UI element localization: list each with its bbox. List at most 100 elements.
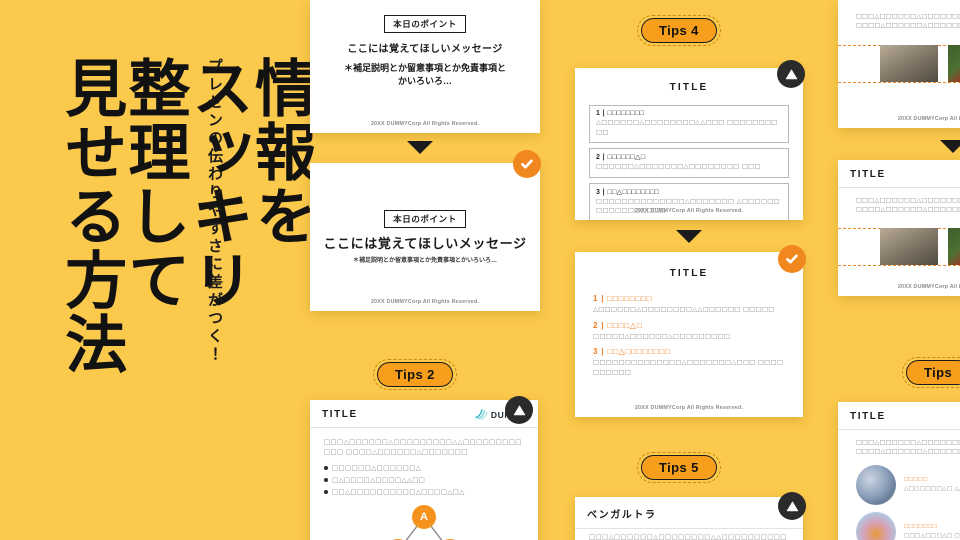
slide-photos-before[interactable]: □□□△□□□□□□△□□□□□□□□□ □□□□△□□□□□□△□□□□□□□… (838, 0, 960, 128)
cover-title-block: 情報を スッキリ 整理して 見せる方法 プレゼンの伝わりやすさに差がつく！ (0, 0, 314, 540)
avatar (856, 464, 896, 505)
numbered-row-head: 2 | □□□□△□ (593, 320, 643, 330)
photos-after-lead-line2: □□□□△□□□□□□△□□□□□□□ (856, 206, 960, 214)
slide-footer: 20XX DUMMYCorp All Rights Reserved. (634, 208, 744, 214)
numbered-row-body: △□□□□□□△□□□□□□□□△△□□□□□□ □□□□□ (593, 305, 775, 313)
numbered-box-head: 1 | □□□□□□□□ (596, 110, 645, 117)
slide-footer: 20XX DUMMYCorp All Rights Reserved. (897, 116, 960, 122)
point-note-line2: かいろいろ… (397, 76, 452, 87)
slide-deck-canvas: 情報を スッキリ 整理して 見せる方法 プレゼンの伝わりやすさに差がつく！ 本日… (0, 0, 960, 540)
slide-header: TITLE DUMMY (310, 400, 538, 428)
point-message-after: ここには覚えてほしいメッセージ (323, 236, 527, 251)
slide-title: TITLE (669, 268, 709, 279)
list-item: □□△□□□□□□□□□□△□□□□△□△ (324, 488, 524, 498)
photos-after-lead-line1: □□□△□□□□□□△□□□□□□□□□ (856, 197, 960, 204)
slide-diagram[interactable]: TITLE DUMMY □□□△□□□□□□△□□□□□□□□□△△□□□□□□… (310, 400, 538, 540)
numbered-box: 2 | □□□□□□△□ □□□□□□△□□□□□□□△□□□□□□□□ □□□ (589, 148, 789, 178)
photo-thumbnail-2 (948, 45, 960, 82)
photo-thumbnail-4 (948, 228, 960, 265)
badge-tips-4[interactable]: Tips 4 (637, 15, 721, 46)
slide-list-before[interactable]: TITLE 1 | □□□□□□□□ △□□□□□□△□□□□□□□□△△□□□… (575, 68, 803, 220)
avatars-lead-line2: □□□□△□□□□□□△□□□□□□□ (856, 448, 960, 456)
numbered-box-head: 3 | □□△□□□□□□□□ (596, 188, 660, 196)
triangle-warning-icon-4 (778, 492, 806, 520)
check-circle-icon-2 (778, 245, 806, 273)
slide-photos-after[interactable]: TITLE □□□△□□□□□□△□□□□□□□□□ □□□□△□□□□□□△□… (838, 160, 960, 296)
badge-tips-2[interactable]: Tips 2 (373, 359, 457, 390)
badge-tips-5-label: Tips 5 (659, 460, 699, 475)
slide-title: TITLE (322, 409, 358, 420)
avatar-row: □□□□□□□ □□□△□□□△□ □□□△□□□□□ □□□□□□ (856, 511, 960, 540)
abc-triangle-diagram: A B C (378, 505, 470, 540)
avatar-row-body: □□□△□□□△□ □□□△□□□□□ □□□□□□ (904, 532, 960, 539)
slide-tiger[interactable]: ベンガルトラ □□□△□□□□□□△□□□□□□□□△△□□□□□□□□□□□□ (575, 497, 803, 540)
point-label-before: 本日のポイント (384, 15, 466, 33)
numbered-row: 1 | □□□□□□□□ △□□□□□□△□□□□□□□□△△□□□□□□ □□… (593, 294, 789, 315)
badge-tips-right-label: Tips (924, 365, 953, 380)
slide-footer: 20XX DUMMYCorp All Rights Reserved. (634, 405, 744, 411)
point-note-after: ＊補足説明とか留意事項とか免責事項とかいろいろ… (352, 258, 497, 264)
slide-title: ベンガルトラ (587, 510, 657, 521)
arrow-down-icon-3 (940, 140, 960, 153)
badge-tips-right[interactable]: Tips (901, 357, 960, 388)
slide-title: TITLE (850, 411, 886, 422)
numbered-box-body: △□□□□□□△□□□□□□□□△△□□□ □□□□□□□□□□ (596, 118, 778, 136)
slide-point-after[interactable]: 本日のポイント ここには覚えてほしいメッセージ ＊補足説明とか留意事項とか免責事… (310, 163, 540, 311)
point-label-after: 本日のポイント (384, 210, 466, 228)
slide-point-before[interactable]: 本日のポイント ここには覚えてほしいメッセージ ＊補足説明とか留意事項とか免責事… (310, 0, 540, 133)
badge-tips-4-label: Tips 4 (659, 23, 699, 38)
slide-footer: 20XX DUMMYCorp All Rights Reserved. (370, 121, 480, 127)
diagram-bullet-list: □□□□□□△□□□□□□△ □△□□□□△□□□□△△□□ □□△□□□□□□… (324, 464, 524, 498)
triangle-warning-icon-1 (777, 60, 805, 88)
tiger-body-text: □□□△□□□□□□△□□□□□□□□△△□□□□□□□□□□□□ (589, 533, 787, 540)
avatar-row-head: □□□□□□□ (904, 522, 938, 530)
badge-tips-5[interactable]: Tips 5 (637, 452, 721, 483)
check-circle-icon-1 (513, 150, 541, 178)
numbered-row-head: 3 | □□△□□□□□□□□ (593, 347, 671, 357)
avatar-row-body: △□□□□□□△□ △△□□□□□□□ □□△□□ (904, 485, 960, 492)
slide-title: TITLE (669, 82, 709, 93)
numbered-row-head: 1 | □□□□□□□□ (593, 294, 653, 303)
alignment-guide-bottom (838, 265, 960, 266)
diagram-lead-text: □□□△□□□□□□△□□□□□□□□□△△□□□□□□□□□□□□ □□□□△… (324, 438, 522, 456)
bullet-dot-icon (324, 477, 328, 482)
slide-list-after[interactable]: TITLE 1 | □□□□□□□□ △□□□□□□△□□□□□□□□△△□□□… (575, 252, 803, 417)
slide-header: ベンガルトラ (575, 497, 803, 529)
badge-tips-2-label: Tips 2 (395, 367, 435, 382)
photo-thumbnail-1 (880, 45, 938, 82)
avatar (856, 511, 896, 540)
arrow-down-icon-1 (407, 141, 433, 154)
numbered-box: 1 | □□□□□□□□ △□□□□□□△□□□□□□□□△△□□□ □□□□□… (589, 105, 789, 144)
cover-main-title: 情報を スッキリ 整理して 見せる方法 (55, 56, 314, 376)
list-item: □△□□□□△□□□□△△□□ (324, 476, 524, 486)
slide-footer: 20XX DUMMYCorp All Rights Reserved. (897, 284, 960, 290)
numbered-row-body: □□□□□△□□□□□□△□□□□□□□□□ (593, 331, 731, 340)
point-note-line1: ＊補足説明とか留意事項とか免責事項と (343, 63, 506, 73)
cover-subtitle: プレゼンの伝わりやすさに差がつく！ (206, 58, 223, 364)
avatar-row-head: □□□□□ (904, 475, 928, 483)
bullet-dot-icon (324, 465, 328, 470)
point-message-before: ここには覚えてほしいメッセージ (347, 44, 503, 55)
numbered-row-body: □□□□□□□□□□□□□□△□□□□□□□△□□□ □□□□□□□□□□ (593, 358, 784, 376)
numbered-row: 3 | □□△□□□□□□□□ □□□□□□□□□□□□□□△□□□□□□□△□… (593, 347, 789, 377)
slide-footer: 20XX DUMMYCorp All Rights Reserved. (370, 299, 480, 305)
slide-avatars[interactable]: TITLE □□□△□□□□□□△□□□□□□□□□ □□□□△□□□□□□△□… (838, 402, 960, 540)
avatar-row: □□□□□ △□□□□□□△□ △△□□□□□□□ □□△□□ (856, 464, 960, 505)
photos-lead-line1: □□□△□□□□□□△□□□□□□□□□ (856, 13, 960, 20)
bullet-dot-icon (324, 489, 328, 494)
alignment-guide-bottom (838, 82, 960, 83)
swoosh-icon (475, 409, 488, 420)
triangle-warning-icon-3 (505, 396, 533, 424)
slide-title: TITLE (850, 169, 886, 180)
arrow-down-icon-2 (676, 230, 702, 243)
numbered-box-head: 2 | □□□□□□△□ (596, 154, 646, 162)
avatars-lead-line1: □□□△□□□□□□△□□□□□□□□□ (856, 439, 960, 446)
numbered-row: 2 | □□□□△□ □□□□□△□□□□□□△□□□□□□□□□ (593, 321, 789, 342)
photos-lead-line2: □□□□△□□□□□□△□□□□□□□ (856, 22, 960, 30)
numbered-box-body: □□□□□□△□□□□□□□△□□□□□□□□ □□□ (596, 162, 761, 171)
numbered-box: 3 | □□△□□□□□□□□ □□□□□□□□□□□□□□△□□□□□□□ △… (589, 182, 789, 220)
list-item: □□□□□□△□□□□□□△ (324, 464, 524, 474)
photo-thumbnail-3 (880, 228, 938, 265)
slide-header: TITLE (838, 402, 960, 430)
slide-header: TITLE (838, 160, 960, 188)
